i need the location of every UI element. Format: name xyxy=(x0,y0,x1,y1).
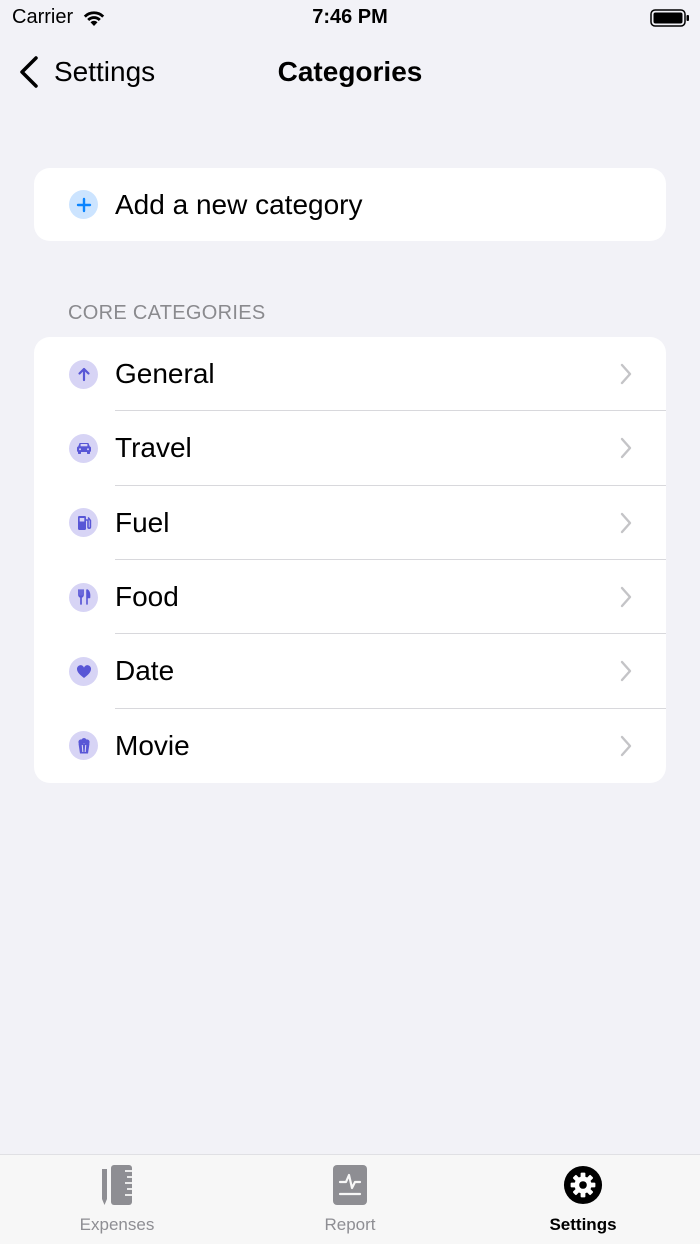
chevron-right-icon xyxy=(620,438,632,459)
category-row-general[interactable]: General xyxy=(34,337,666,412)
categories-screen: Carrier 7:46 PM Settings Categories Add … xyxy=(0,0,700,1244)
tab-label: Expenses xyxy=(79,1215,155,1234)
fuel-pump-icon xyxy=(69,508,98,538)
arrow-up-icon xyxy=(69,359,98,389)
tab-label: Report xyxy=(324,1215,376,1234)
core-categories-list: General Travel Fuel Food Date Movie xyxy=(34,337,666,783)
gear-icon xyxy=(563,1163,603,1207)
category-row-movie[interactable]: Movie xyxy=(34,709,666,783)
status-bar: Carrier 7:46 PM xyxy=(0,0,700,40)
category-label: Date xyxy=(115,655,175,687)
fork-knife-icon xyxy=(69,582,98,612)
page-title: Categories xyxy=(277,56,423,87)
category-row-travel[interactable]: Travel xyxy=(34,411,666,486)
tab-report[interactable]: Report xyxy=(275,1163,425,1235)
plus-icon xyxy=(69,190,98,219)
add-category-label: Add a new category xyxy=(115,188,363,220)
battery-icon xyxy=(650,9,689,27)
report-icon xyxy=(330,1163,370,1207)
heart-icon xyxy=(69,656,98,686)
category-row-fuel[interactable]: Fuel xyxy=(34,486,666,560)
category-label: General xyxy=(115,358,215,390)
category-label: Food xyxy=(115,581,179,613)
category-row-date[interactable]: Date xyxy=(34,634,666,709)
navigation-bar: Settings Categories xyxy=(0,44,700,100)
add-category-card: Add a new category xyxy=(34,168,666,241)
popcorn-icon xyxy=(69,731,98,761)
core-categories-header: CORE CATEGORIES xyxy=(68,302,266,324)
chevron-right-icon xyxy=(620,363,632,385)
chevron-right-icon xyxy=(620,512,632,534)
tab-settings[interactable]: Settings xyxy=(508,1163,658,1235)
category-label: Movie xyxy=(115,729,190,761)
chevron-right-icon xyxy=(620,735,632,756)
chevron-right-icon xyxy=(620,586,632,608)
chevron-right-icon xyxy=(620,661,632,682)
tab-expenses[interactable]: Expenses xyxy=(42,1163,192,1235)
category-label: Fuel xyxy=(115,506,170,538)
tab-bar: Expenses Report Settings xyxy=(0,1154,700,1244)
tab-label: Settings xyxy=(549,1215,617,1234)
add-category-button[interactable]: Add a new category xyxy=(34,168,666,241)
car-icon xyxy=(69,433,98,463)
category-label: Travel xyxy=(115,432,192,464)
pencil-ruler-icon xyxy=(97,1163,137,1207)
category-row-food[interactable]: Food xyxy=(34,560,666,635)
status-time: 7:46 PM xyxy=(312,6,388,28)
